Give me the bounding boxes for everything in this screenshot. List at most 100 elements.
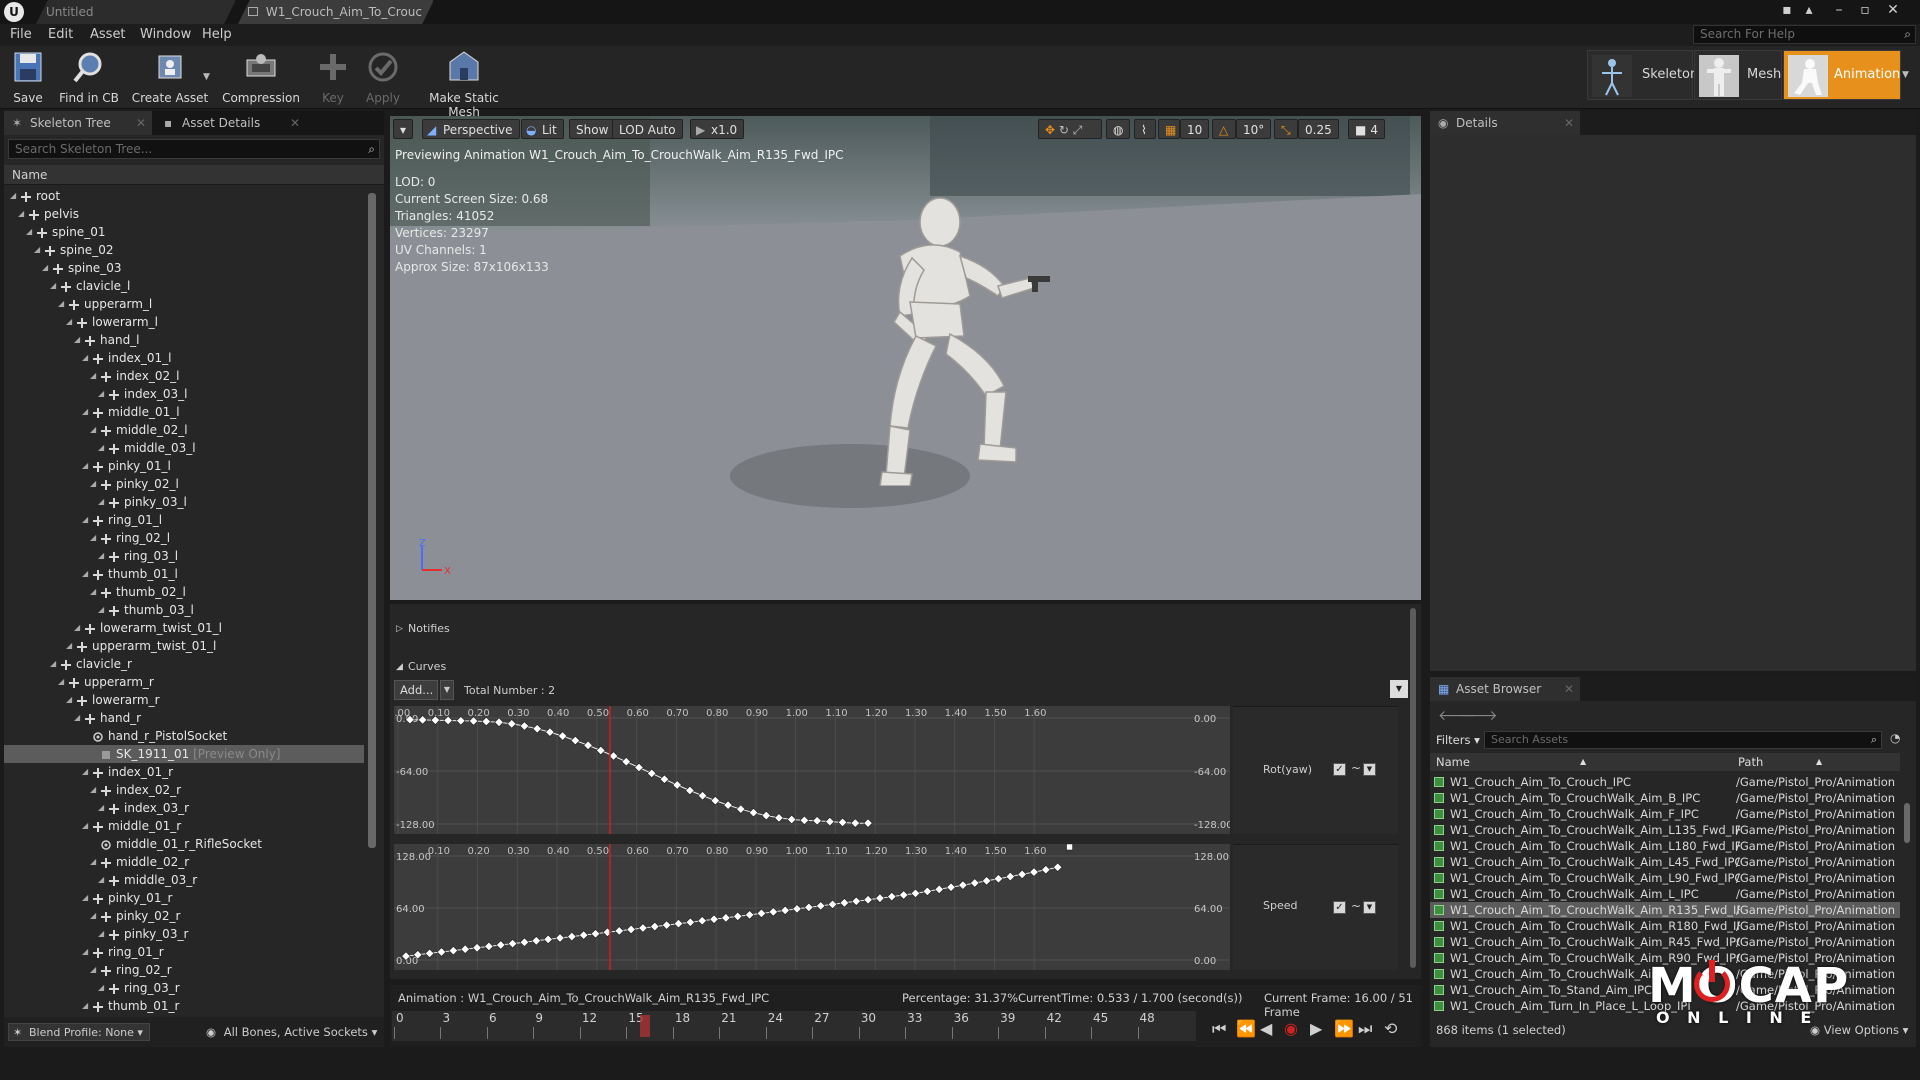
tree-expand-icon[interactable]: ◢ — [74, 331, 84, 349]
tree-expand-icon[interactable]: ◢ — [66, 691, 76, 709]
tree-expand-icon[interactable]: ◢ — [50, 277, 60, 295]
curve-key[interactable] — [1053, 862, 1063, 872]
tree-expand-icon[interactable]: ◢ — [90, 583, 100, 601]
tab-asset-details[interactable]: ▪ Asset Details ✕ — [156, 111, 306, 135]
curve-key[interactable] — [768, 907, 778, 917]
curve-key[interactable] — [839, 898, 849, 908]
tree-expand-icon[interactable]: ◢ — [90, 853, 100, 871]
curve-key[interactable] — [662, 920, 672, 930]
transform-tools-group[interactable]: ✥ ↻ ⤢ — [1038, 119, 1102, 139]
tree-row[interactable]: ◢ thumb_03_l — [4, 601, 364, 619]
compression-button[interactable]: Compression — [222, 48, 300, 106]
curve-key[interactable] — [1066, 844, 1073, 851]
tree-row[interactable]: ◢ middle_02_r — [4, 853, 364, 871]
curve-key[interactable] — [579, 930, 589, 940]
curve-graph-rot-yaw[interactable]: 0.000.100.200.300.400.500.600.700.800.90… — [394, 706, 1230, 834]
curve-key[interactable] — [875, 893, 885, 903]
tree-row[interactable]: ◢ ring_01_l — [4, 511, 364, 529]
tree-expand-icon[interactable]: ◢ — [90, 367, 100, 385]
rotation-snap-value[interactable]: 10° — [1236, 119, 1272, 139]
tree-row[interactable]: ◢ middle_03_r — [4, 871, 364, 889]
save-button[interactable]: Save — [6, 48, 50, 106]
tree-row[interactable]: ◢ pinky_03_l — [4, 493, 364, 511]
tree-expand-icon[interactable]: ◢ — [90, 529, 100, 547]
tree-expand-icon[interactable]: ◢ — [82, 565, 92, 583]
curve-type-icon[interactable]: ~ — [1351, 899, 1361, 913]
col-name-header[interactable]: Name — [1436, 753, 1470, 771]
tree-row[interactable]: ◢ index_03_r — [4, 799, 364, 817]
tree-row[interactable]: ◢ hand_l — [4, 331, 364, 349]
curve-key[interactable] — [672, 780, 682, 790]
curve-key[interactable] — [543, 934, 553, 944]
tree-expand-icon[interactable]: ◢ — [90, 907, 100, 925]
document-tab-untitled[interactable]: Untitled — [36, 0, 236, 24]
preview-viewport[interactable]: ▾ ◢ Perspective ◒ Lit Show LOD Auto ▶ x1… — [390, 116, 1421, 600]
tree-row[interactable]: ◢ ring_03_l — [4, 547, 364, 565]
curve-key[interactable] — [780, 905, 790, 915]
tree-row[interactable]: hand_r_PistolSocket — [4, 727, 364, 745]
curve-key[interactable] — [756, 908, 767, 918]
make-static-mesh-button[interactable]: Make Static Mesh — [414, 48, 514, 119]
tree-row[interactable]: ◢ middle_03_l — [4, 439, 364, 457]
asset-row[interactable]: W1_Crouch_Aim_To_CrouchWalk_Aim_L180_Fwd… — [1430, 838, 1900, 854]
curve-key[interactable] — [685, 785, 695, 796]
curve-key[interactable] — [958, 880, 968, 890]
tree-expand-icon[interactable]: ◢ — [98, 799, 108, 817]
asset-row[interactable]: W1_Crouch_Aim_To_CrouchWalk_Aim_F_IPC/Ga… — [1430, 806, 1900, 822]
curve-key[interactable] — [472, 943, 482, 953]
tree-row[interactable]: ◢ index_01_l — [4, 349, 364, 367]
play-reverse-icon[interactable]: ◀ — [1260, 1019, 1272, 1038]
tree-expand-icon[interactable]: ◢ — [98, 871, 108, 889]
notifies-section[interactable]: ▷ Notifies — [390, 618, 450, 640]
tab-asset-browser[interactable]: ▦ Asset Browser ✕ — [1430, 677, 1580, 701]
curve-key[interactable] — [460, 944, 470, 954]
scale-snap-icon[interactable]: ⤡ — [1274, 119, 1298, 139]
curve-key[interactable] — [621, 757, 631, 767]
curve-graph-speed[interactable]: 0.10 0.20 0.30 0.40 0.50 0.60 0.70 0.80 0.90 1.00… — [394, 844, 1230, 970]
menu-asset[interactable]: Asset — [90, 27, 126, 42]
tree-row[interactable]: ◢ root — [4, 187, 364, 205]
scrub-bar[interactable]: 0 3 6 9 12 15 18 21 24 27 30 33 36 39 42 45 48 — [392, 1011, 1196, 1041]
curve-key[interactable] — [638, 923, 648, 933]
curve-key[interactable] — [448, 945, 458, 956]
tree-row[interactable]: ◢ ring_02_l — [4, 529, 364, 547]
curve-key[interactable] — [484, 941, 494, 952]
tree-row[interactable]: ◢ pinky_01_l — [4, 457, 364, 475]
close-tab-icon[interactable]: ✕ — [1564, 677, 1574, 701]
tree-row[interactable]: ◢ clavicle_r — [4, 655, 364, 673]
maximize-button[interactable]: ▫ — [1852, 0, 1878, 22]
tree-row[interactable]: ◢ thumb_01_r — [4, 997, 364, 1015]
mode-dropdown-icon[interactable]: ▼ — [1902, 70, 1909, 80]
curves-menu-icon[interactable]: ▼ — [1390, 680, 1408, 698]
curve-key[interactable] — [774, 813, 784, 823]
tree-row[interactable]: ◢ index_03_l — [4, 385, 364, 403]
scale-snap-value[interactable]: 0.25 — [1298, 119, 1339, 139]
curve-enabled-checkbox[interactable]: ✓ — [1333, 763, 1346, 776]
help-search-input[interactable]: Search For Help ⌕ — [1693, 25, 1916, 44]
curve-key[interactable] — [418, 715, 428, 725]
tree-expand-icon[interactable]: ◢ — [18, 205, 28, 223]
anim-panel-scrollbar[interactable] — [1410, 608, 1416, 968]
curve-key[interactable] — [507, 719, 517, 729]
tree-expand-icon[interactable]: ◢ — [82, 511, 92, 529]
key-button[interactable]: Key — [312, 48, 354, 106]
curve-key[interactable] — [787, 814, 797, 825]
tree-expand-icon[interactable]: ◢ — [74, 709, 84, 727]
play-rate-button[interactable]: ▶ x1.0 — [690, 119, 745, 139]
skip-to-end-icon[interactable]: ⏭ — [1358, 1019, 1372, 1039]
tree-expand-icon[interactable]: ◢ — [98, 493, 108, 511]
curve-key[interactable] — [698, 791, 708, 801]
curve-key[interactable] — [494, 717, 504, 727]
curve-key[interactable] — [863, 895, 873, 905]
asset-row[interactable]: W1_Crouch_Aim_To_CrouchWalk_Aim_R135_Fwd… — [1430, 902, 1900, 918]
curve-key[interactable] — [519, 937, 530, 947]
curve-key[interactable] — [761, 810, 771, 821]
tree-row[interactable]: ◢ pinky_03_r — [4, 925, 364, 943]
grid-snap-icon[interactable]: ▦ — [1158, 119, 1180, 139]
notification-icon[interactable]: ▴ — [1796, 0, 1822, 22]
curve-options-dropdown[interactable]: ▼ — [1363, 763, 1376, 776]
viewport-options-button[interactable]: ▾ — [393, 119, 414, 139]
curve-key[interactable] — [1041, 865, 1051, 875]
tree-expand-icon[interactable]: ◢ — [90, 961, 100, 979]
tree-expand-icon[interactable]: ◢ — [82, 997, 92, 1015]
